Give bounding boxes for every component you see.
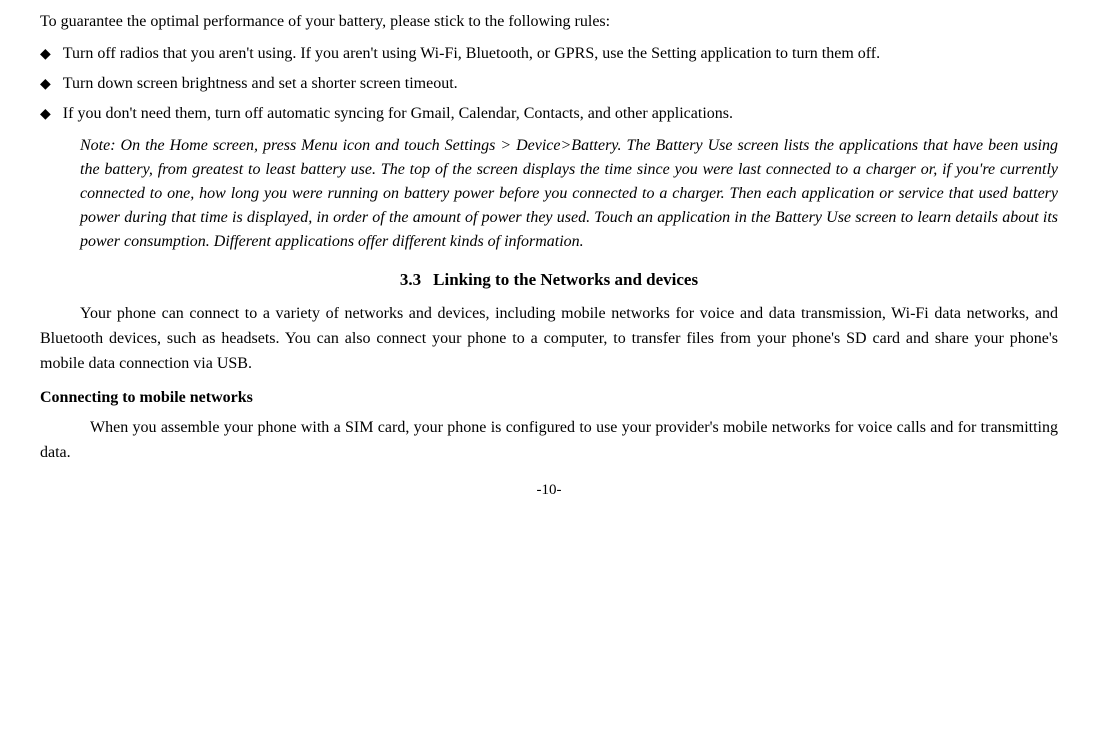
page-content: To guarantee the optimal performance of … [40,10,1058,499]
bullet-diamond-1: ◆ [40,44,51,65]
sub-heading-body-paragraph: When you assemble your phone with a SIM … [40,416,1058,466]
list-item: ◆ Turn down screen brightness and set a … [40,72,1058,96]
page-number: -10- [40,482,1058,499]
sub-heading: Connecting to mobile networks [40,386,1058,410]
bullet-diamond-2: ◆ [40,74,51,95]
list-item: ◆ If you don't need them, turn off autom… [40,102,1058,126]
bullet-text-3: If you don't need them, turn off automat… [63,102,1058,126]
section-heading: 3.3 Linking to the Networks and devices [40,270,1058,290]
section-body-paragraph: Your phone can connect to a variety of n… [40,302,1058,376]
bullet-list: ◆ Turn off radios that you aren't using.… [40,42,1058,126]
list-item: ◆ Turn off radios that you aren't using.… [40,42,1058,66]
section-number: 3.3 [400,270,421,289]
note-paragraph: Note: On the Home screen, press Menu ico… [40,134,1058,254]
bullet-text-1: Turn off radios that you aren't using. I… [63,42,1058,66]
bullet-diamond-3: ◆ [40,104,51,125]
section-title: Linking to the Networks and devices [433,270,698,289]
intro-paragraph: To guarantee the optimal performance of … [40,10,1058,34]
bullet-text-2: Turn down screen brightness and set a sh… [63,72,1058,96]
